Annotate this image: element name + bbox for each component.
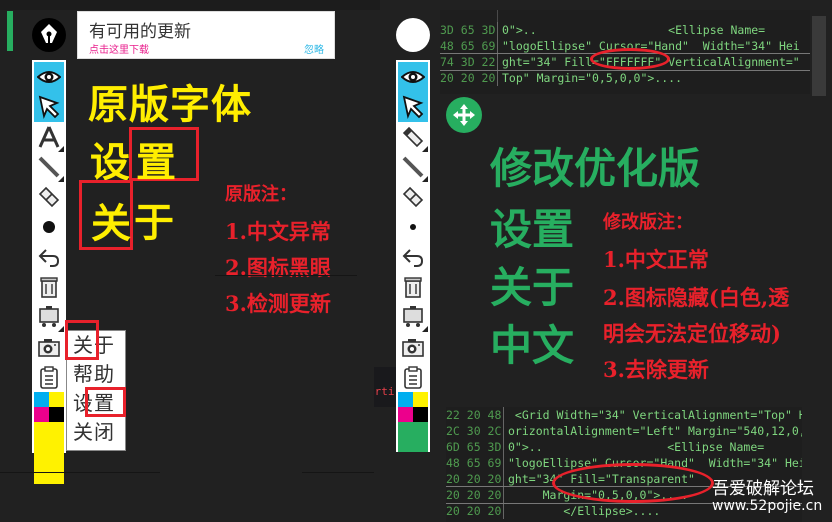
pen-logo-icon[interactable]	[32, 18, 66, 52]
update-title: 有可用的更新	[89, 22, 191, 42]
accent-bar	[7, 11, 13, 51]
right-notes-title: 修改版注：	[603, 212, 693, 233]
left-toolbar	[32, 60, 66, 484]
right-line-settings: 设置	[490, 205, 575, 254]
move-icon[interactable]	[446, 97, 482, 133]
left-notes-title: 原版注：	[225, 184, 297, 205]
color-palette	[34, 392, 64, 422]
bottom-divider-right	[302, 472, 374, 473]
right-toolbar	[396, 60, 430, 452]
left-note-2: 2.图标黑眼	[225, 255, 331, 280]
dot-icon[interactable]	[398, 212, 428, 242]
right-heading: 修改优化版	[490, 144, 701, 193]
menu-about-highlight	[65, 320, 99, 360]
trash-icon[interactable]	[34, 272, 64, 302]
color-swatch-black[interactable]	[49, 407, 64, 422]
left-about-char-2: 于	[134, 200, 174, 246]
download-link[interactable]: 点击这里下载	[89, 41, 149, 56]
right-note-2: 2.图标隐藏(白色,透	[603, 285, 790, 310]
color-swatch-cyan[interactable]	[34, 392, 49, 407]
color-swatch-yellow[interactable]	[413, 392, 428, 407]
color-swatch-magenta[interactable]	[398, 407, 413, 422]
color-palette	[398, 392, 428, 422]
hex-row: 3D 65 3D 0">.. <Ellipse Name=	[440, 22, 766, 38]
left-settings-char-2-highlight: 置	[129, 127, 199, 186]
hex-row: 20 20 20 Top" Margin="0,5,0,0">....	[440, 70, 683, 86]
left-settings-char-2: 置	[136, 140, 176, 186]
left-note-3: 3.检测更新	[225, 291, 331, 316]
hex-row: 6D 65 3D 0">.. <Ellipse Name=	[446, 439, 765, 455]
undo-icon[interactable]	[398, 242, 428, 272]
cursor-icon[interactable]	[398, 92, 428, 122]
line-icon[interactable]	[34, 152, 64, 182]
divider-line	[215, 275, 357, 276]
forum-watermark-title: 吾爱破解论坛	[712, 479, 814, 499]
bottom-divider	[0, 472, 160, 473]
white-logo-ellipse[interactable]	[396, 18, 430, 52]
left-about-char-1-highlight: 关	[79, 180, 133, 250]
hex-scrollbar[interactable]	[812, 16, 826, 96]
dot-icon[interactable]	[34, 212, 64, 242]
update-notification: 有可用的更新 点击这里下载 忽略	[77, 11, 335, 59]
clipboard-icon[interactable]	[398, 362, 428, 392]
board-icon[interactable]	[34, 302, 64, 332]
eraser-icon[interactable]	[34, 182, 64, 212]
eye-icon[interactable]	[34, 62, 64, 92]
color-swatch-magenta[interactable]	[34, 407, 49, 422]
menu-item-close[interactable]: 关闭	[67, 418, 125, 447]
menu-settings-highlight	[85, 387, 126, 417]
background-code-fragment: erti	[374, 367, 396, 407]
camera-icon[interactable]	[34, 332, 64, 362]
color-swatch-cyan[interactable]	[398, 392, 413, 407]
fill-highlight-oval	[590, 48, 670, 70]
line-icon[interactable]	[398, 152, 428, 182]
cursor-icon[interactable]	[34, 92, 64, 122]
right-note-2-cont: 明会无法定位移动)	[603, 321, 781, 346]
ignore-link[interactable]: 忽略	[304, 41, 324, 56]
hex-row	[440, 10, 810, 22]
right-note-1: 1.中文正常	[603, 247, 709, 272]
camera-icon[interactable]	[398, 332, 428, 362]
top-strip	[0, 0, 380, 10]
current-color-swatch[interactable]	[34, 422, 64, 484]
menu-item-help[interactable]: 帮助	[67, 360, 125, 389]
right-note-3: 3.去除更新	[603, 357, 709, 382]
board-icon[interactable]	[398, 302, 428, 332]
undo-icon[interactable]	[34, 242, 64, 272]
text-icon[interactable]	[34, 122, 64, 152]
forum-watermark-url: www.52pojie.cn	[712, 498, 823, 514]
right-line-about: 关于	[490, 263, 575, 312]
eraser-icon[interactable]	[398, 182, 428, 212]
color-swatch-black[interactable]	[413, 407, 428, 422]
trash-icon[interactable]	[398, 272, 428, 302]
hex-row: 2C 30 2C orizontalAlignment="Left" Margin…	[446, 423, 802, 439]
transparent-highlight-oval	[552, 463, 714, 503]
current-color-swatch[interactable]	[398, 422, 428, 452]
highlighter-icon[interactable]	[398, 122, 428, 152]
color-swatch-yellow[interactable]	[49, 392, 64, 407]
clipboard-icon[interactable]	[34, 362, 64, 392]
left-heading: 原版字体	[88, 82, 252, 128]
left-note-1: 1.中文异常	[225, 219, 331, 244]
eye-icon[interactable]	[398, 62, 428, 92]
right-line-chinese: 中文	[490, 321, 575, 370]
left-about-char-1: 关	[91, 201, 131, 247]
hex-row: 22 20 48 <Grid Width="34" VerticalAlignm…	[446, 407, 802, 423]
